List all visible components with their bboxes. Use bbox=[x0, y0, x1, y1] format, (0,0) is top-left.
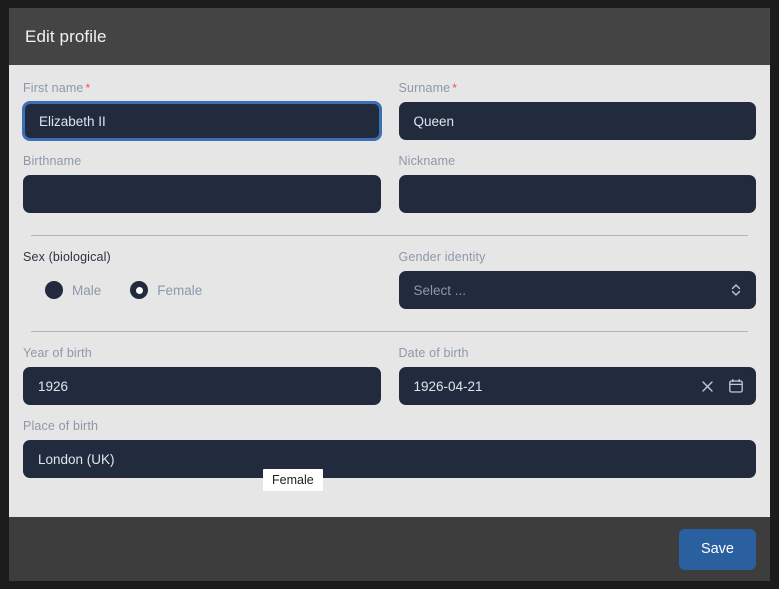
chevron-up-down-icon[interactable] bbox=[727, 282, 744, 299]
first-name-input[interactable]: Elizabeth II bbox=[23, 102, 381, 140]
dialog-footer: Save bbox=[9, 517, 770, 581]
alt-name-row: Birthname Nickname bbox=[23, 154, 756, 227]
year-of-birth-label: Year of birth bbox=[23, 346, 381, 360]
nickname-field: Nickname bbox=[399, 154, 757, 227]
birthname-label: Birthname bbox=[23, 154, 381, 168]
radio-option-female[interactable]: Female bbox=[130, 281, 202, 299]
radio-label-male: Male bbox=[72, 283, 101, 298]
surname-label: Surname* bbox=[399, 81, 757, 95]
birthname-field: Birthname bbox=[23, 154, 381, 227]
nickname-input[interactable] bbox=[399, 175, 757, 213]
surname-field: Surname* Queen bbox=[399, 81, 757, 154]
gender-identity-select[interactable]: Select ... bbox=[399, 271, 757, 309]
birth-date-row: Year of birth 1926 Date of birth 1926-04… bbox=[23, 346, 756, 419]
year-of-birth-input[interactable]: 1926 bbox=[23, 367, 381, 405]
divider-2 bbox=[31, 331, 748, 332]
nickname-label: Nickname bbox=[399, 154, 757, 168]
place-of-birth-label: Place of birth bbox=[23, 419, 756, 433]
sex-biological-field: Sex (biological) Male Female bbox=[23, 250, 381, 323]
required-asterisk: * bbox=[452, 81, 457, 95]
place-of-birth-field: Place of birth London (UK) bbox=[23, 419, 756, 492]
sex-biological-label: Sex (biological) bbox=[23, 250, 381, 264]
place-of-birth-row: Place of birth London (UK) bbox=[23, 419, 756, 492]
required-asterisk: * bbox=[86, 81, 91, 95]
first-name-label: First name* bbox=[23, 81, 381, 95]
gender-row: Sex (biological) Male Female bbox=[23, 250, 756, 323]
dialog-title: Edit profile bbox=[25, 27, 107, 47]
dialog-body: First name* Elizabeth II Surname* Queen bbox=[9, 65, 770, 517]
first-name-field: First name* Elizabeth II bbox=[23, 81, 381, 154]
date-of-birth-label: Date of birth bbox=[399, 346, 757, 360]
gender-identity-placeholder: Select ... bbox=[414, 283, 467, 298]
year-of-birth-field: Year of birth 1926 bbox=[23, 346, 381, 419]
save-button[interactable]: Save bbox=[679, 529, 756, 570]
divider-1 bbox=[31, 235, 748, 236]
gender-identity-label: Gender identity bbox=[399, 250, 757, 264]
date-of-birth-field: Date of birth 1926-04-21 bbox=[399, 346, 757, 419]
edit-profile-dialog: Edit profile First name* Elizabeth II Su… bbox=[9, 8, 770, 581]
surname-input[interactable]: Queen bbox=[399, 102, 757, 140]
calendar-icon[interactable] bbox=[727, 378, 744, 395]
radio-icon-male bbox=[45, 281, 63, 299]
dialog-header: Edit profile bbox=[9, 8, 770, 65]
tooltip: Female bbox=[263, 469, 323, 491]
clear-icon[interactable] bbox=[699, 378, 716, 395]
name-row: First name* Elizabeth II Surname* Queen bbox=[23, 81, 756, 154]
place-of-birth-input[interactable]: London (UK) bbox=[23, 440, 756, 478]
sex-biological-radio-group: Male Female bbox=[23, 271, 381, 309]
radio-icon-female bbox=[130, 281, 148, 299]
gender-identity-field: Gender identity Select ... bbox=[399, 250, 757, 323]
radio-option-male[interactable]: Male bbox=[45, 281, 101, 299]
radio-label-female: Female bbox=[157, 283, 202, 298]
birthname-input[interactable] bbox=[23, 175, 381, 213]
